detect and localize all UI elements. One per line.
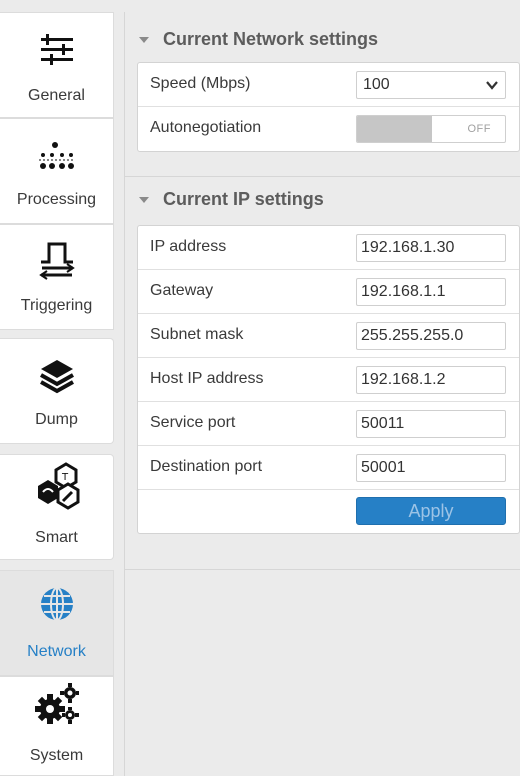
sidebar-item-label: Processing bbox=[16, 191, 97, 208]
sidebar-item-triggering[interactable]: Triggering bbox=[0, 224, 114, 330]
sidebar-item-label: Dump bbox=[35, 411, 78, 428]
smart-icon: T bbox=[27, 461, 87, 511]
toggle-state: OFF bbox=[467, 123, 491, 135]
gateway-row: Gateway bbox=[138, 270, 519, 314]
sidebar-item-label: General bbox=[28, 87, 85, 104]
sidebar-item-label: System bbox=[29, 747, 84, 764]
sidebar-item-smart[interactable]: T Smart bbox=[0, 454, 114, 560]
section-divider bbox=[125, 176, 520, 177]
toggle-knob bbox=[357, 116, 432, 142]
sidebar-item-dump[interactable]: Dump bbox=[0, 338, 114, 444]
destination-port-label: Destination port bbox=[150, 458, 263, 475]
speed-label: Speed (Mbps) bbox=[150, 75, 251, 92]
sidebar-item-label: Network bbox=[27, 643, 86, 660]
layers-icon bbox=[27, 351, 87, 401]
pulse-icon bbox=[27, 235, 87, 285]
apply-button[interactable]: Apply bbox=[356, 497, 506, 525]
sidebar-item-general[interactable]: General bbox=[0, 12, 114, 118]
speed-row: Speed (Mbps) 100 bbox=[138, 63, 519, 107]
host-ip-row: Host IP address bbox=[138, 358, 519, 402]
chevron-down-icon bbox=[485, 78, 499, 97]
sliders-icon bbox=[27, 25, 87, 75]
ip-address-label: IP address bbox=[150, 238, 227, 255]
autonegotiation-toggle[interactable]: OFF bbox=[356, 115, 506, 143]
ip-address-row: IP address bbox=[138, 226, 519, 270]
sidebar: General Processing Triggering Dump T Sma… bbox=[0, 0, 116, 776]
subnet-mask-row: Subnet mask bbox=[138, 314, 519, 358]
destination-port-row: Destination port bbox=[138, 446, 519, 490]
section-title: Current Network settings bbox=[163, 29, 379, 49]
service-port-row: Service port bbox=[138, 402, 519, 446]
speed-value: 100 bbox=[363, 76, 390, 93]
host-ip-label: Host IP address bbox=[150, 370, 264, 387]
autonegotiation-label: Autonegotiation bbox=[150, 119, 262, 136]
section-title: Current IP settings bbox=[163, 189, 324, 209]
gears-icon bbox=[27, 679, 87, 729]
speed-select[interactable]: 100 bbox=[356, 71, 506, 99]
caret-down-icon bbox=[139, 197, 149, 203]
section-divider bbox=[125, 569, 520, 570]
destination-port-input[interactable] bbox=[356, 454, 506, 482]
ip-settings-card: IP address Gateway Subnet mask Host IP a… bbox=[137, 225, 520, 534]
sidebar-item-network[interactable]: Network bbox=[0, 570, 114, 676]
subnet-mask-input[interactable] bbox=[356, 322, 506, 350]
caret-down-icon bbox=[139, 37, 149, 43]
network-settings-card: Speed (Mbps) 100 Autonegotiation OFF bbox=[137, 62, 520, 152]
gateway-label: Gateway bbox=[150, 282, 214, 299]
service-port-input[interactable] bbox=[356, 410, 506, 438]
sidebar-item-processing[interactable]: Processing bbox=[0, 118, 114, 224]
main-panel: Current Network settings Speed (Mbps) 10… bbox=[124, 12, 520, 776]
svg-text:T: T bbox=[61, 472, 69, 483]
network-section-header[interactable]: Current Network settings bbox=[139, 29, 378, 50]
sidebar-item-label: Smart bbox=[35, 529, 78, 546]
host-ip-input[interactable] bbox=[356, 366, 506, 394]
gateway-input[interactable] bbox=[356, 278, 506, 306]
subnet-mask-label: Subnet mask bbox=[150, 326, 244, 343]
autonegotiation-row: Autonegotiation OFF bbox=[138, 107, 519, 151]
sidebar-item-system[interactable]: System bbox=[0, 676, 114, 776]
ip-section-header[interactable]: Current IP settings bbox=[139, 189, 324, 210]
sidebar-item-label: Triggering bbox=[20, 297, 93, 314]
apply-row: Apply bbox=[138, 490, 519, 533]
service-port-label: Service port bbox=[150, 414, 236, 431]
dots-icon bbox=[27, 131, 87, 181]
ip-address-input[interactable] bbox=[356, 234, 506, 262]
globe-icon bbox=[27, 579, 87, 629]
